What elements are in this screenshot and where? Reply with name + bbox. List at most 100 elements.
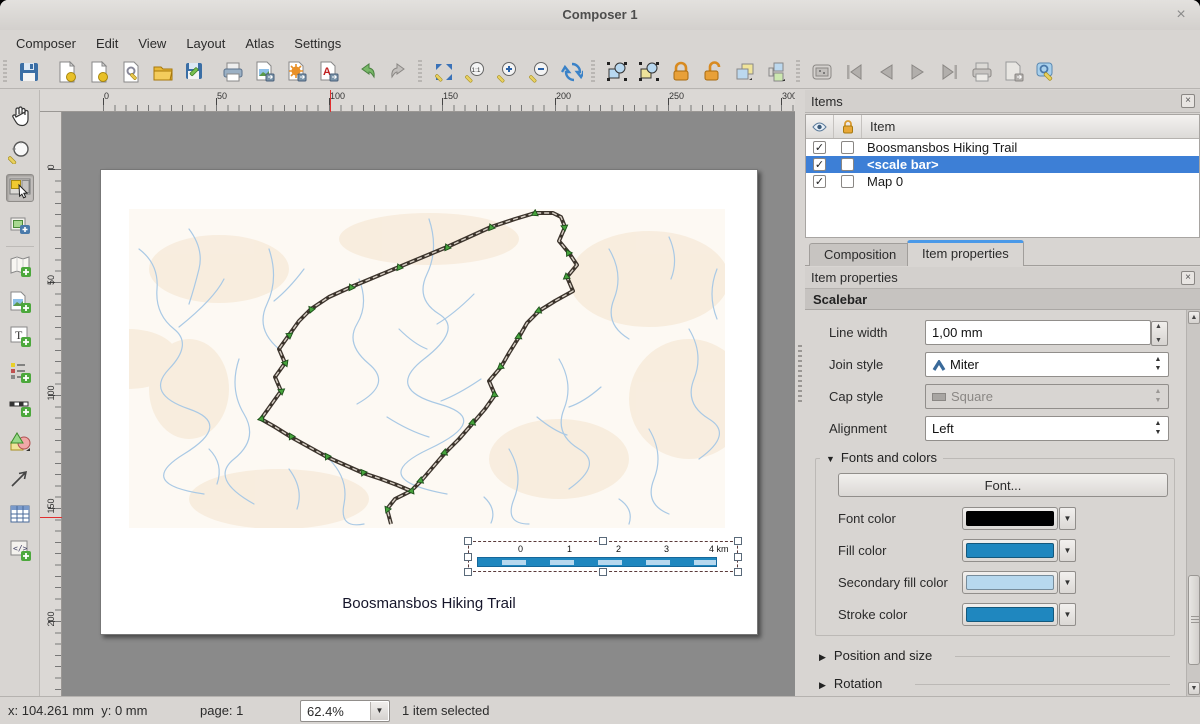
preview-atlas-icon[interactable] xyxy=(806,58,838,86)
add-html-frame-tool-icon[interactable]: </> xyxy=(6,536,34,564)
stroke-color-dropdown-icon[interactable] xyxy=(1059,603,1076,626)
first-feature-icon[interactable] xyxy=(838,58,870,86)
composition-canvas[interactable]: 0 1 2 3 4 km xyxy=(62,112,795,696)
scrollbar-handle[interactable] xyxy=(1188,575,1200,665)
map-item[interactable] xyxy=(129,209,725,528)
move-item-content-tool-icon[interactable] xyxy=(6,212,34,240)
selection-handle[interactable] xyxy=(464,568,472,576)
tab-item-properties[interactable]: Item properties xyxy=(907,240,1024,266)
menu-layout[interactable]: Layout xyxy=(176,32,235,55)
unlock-items-icon[interactable] xyxy=(697,58,729,86)
visibility-checkbox[interactable]: ✓ xyxy=(813,141,826,154)
previous-feature-icon[interactable] xyxy=(870,58,902,86)
visibility-checkbox[interactable]: ✓ xyxy=(813,175,826,188)
scroll-up-icon[interactable]: ▲ xyxy=(1188,311,1200,324)
fill-color-dropdown-icon[interactable] xyxy=(1059,539,1076,562)
selection-handle[interactable] xyxy=(599,568,607,576)
select-move-item-tool-icon[interactable] xyxy=(6,174,34,202)
selection-handle[interactable] xyxy=(734,553,742,561)
toolbar-grip[interactable] xyxy=(796,60,803,84)
menu-edit[interactable]: Edit xyxy=(86,32,128,55)
refresh-view-icon[interactable] xyxy=(556,58,588,86)
item-row-hiking-trail[interactable]: ✓ Boosmansbos Hiking Trail xyxy=(806,139,1199,156)
secondary-fill-color-button[interactable] xyxy=(962,571,1058,594)
print-atlas-icon[interactable] xyxy=(966,58,998,86)
menu-composer[interactable]: Composer xyxy=(6,32,86,55)
selection-handle[interactable] xyxy=(599,537,607,545)
selection-handle[interactable] xyxy=(734,537,742,545)
lock-items-icon[interactable] xyxy=(665,58,697,86)
scalebar-item[interactable]: 0 1 2 3 4 km xyxy=(468,541,738,572)
composition-page[interactable]: 0 1 2 3 4 km xyxy=(100,169,758,635)
select-move-item-icon[interactable] xyxy=(601,58,633,86)
label-item[interactable]: Boosmansbos Hiking Trail xyxy=(101,595,757,612)
scroll-down-icon[interactable]: ▼ xyxy=(1188,682,1200,695)
next-feature-icon[interactable] xyxy=(902,58,934,86)
export-atlas-icon[interactable] xyxy=(998,58,1030,86)
item-row-map0[interactable]: ✓ Map 0 xyxy=(806,173,1199,190)
load-template-icon[interactable] xyxy=(147,58,179,86)
line-width-spin-buttons[interactable] xyxy=(1151,321,1168,346)
zoom-combo-dropdown-icon[interactable]: ▼ xyxy=(370,702,388,720)
duplicate-composer-icon[interactable] xyxy=(83,58,115,86)
visibility-checkbox[interactable]: ✓ xyxy=(813,158,826,171)
menu-view[interactable]: View xyxy=(128,32,176,55)
lock-checkbox[interactable] xyxy=(841,158,854,171)
item-row-scalebar[interactable]: ✓ <scale bar> xyxy=(806,156,1199,173)
zoom-level-combo[interactable]: 62.4% ▼ xyxy=(300,700,390,722)
secondary-fill-color-dropdown-icon[interactable] xyxy=(1059,571,1076,594)
pan-tool-icon[interactable] xyxy=(6,102,34,130)
zoom-tool-icon[interactable] xyxy=(6,138,34,166)
toolbar-grip[interactable] xyxy=(3,60,10,84)
items-panel-close-icon[interactable]: × xyxy=(1181,94,1195,108)
item-label[interactable]: Map 0 xyxy=(854,174,903,189)
selection-handle[interactable] xyxy=(464,537,472,545)
fonts-colors-collapser[interactable]: ▼Fonts and colors xyxy=(820,450,943,465)
window-close-button[interactable]: × xyxy=(1172,6,1190,24)
zoom-full-icon[interactable] xyxy=(428,58,460,86)
stroke-color-button[interactable] xyxy=(962,603,1058,626)
combo-arrows-icon[interactable] xyxy=(1150,419,1166,438)
add-image-tool-icon[interactable] xyxy=(6,288,34,316)
add-arrow-tool-icon[interactable] xyxy=(6,464,34,492)
tab-composition[interactable]: Composition xyxy=(809,243,911,266)
composer-manager-icon[interactable] xyxy=(115,58,147,86)
add-new-map-tool-icon[interactable] xyxy=(6,252,34,280)
add-scalebar-tool-icon[interactable] xyxy=(6,392,34,420)
fill-color-button[interactable] xyxy=(962,539,1058,562)
join-style-combo[interactable]: Miter xyxy=(925,352,1169,377)
export-as-pdf-icon[interactable]: A xyxy=(313,58,345,86)
font-color-button[interactable] xyxy=(962,507,1058,530)
export-as-svg-icon[interactable] xyxy=(281,58,313,86)
toolbar-grip[interactable] xyxy=(418,60,425,84)
lock-checkbox[interactable] xyxy=(841,175,854,188)
move-item-content-icon[interactable] xyxy=(633,58,665,86)
add-label-tool-icon[interactable]: T xyxy=(6,322,34,350)
new-composer-icon[interactable] xyxy=(51,58,83,86)
item-label[interactable]: <scale bar> xyxy=(854,157,939,172)
add-legend-tool-icon[interactable] xyxy=(6,358,34,386)
raise-items-icon[interactable] xyxy=(761,58,793,86)
zoom-out-icon[interactable] xyxy=(524,58,556,86)
add-attribute-table-tool-icon[interactable] xyxy=(6,500,34,528)
item-label[interactable]: Boosmansbos Hiking Trail xyxy=(854,140,1017,155)
combo-arrows-icon[interactable] xyxy=(1150,355,1166,374)
redo-icon[interactable] xyxy=(383,58,415,86)
menu-settings[interactable]: Settings xyxy=(284,32,351,55)
group-items-icon[interactable] xyxy=(729,58,761,86)
selection-handle[interactable] xyxy=(734,568,742,576)
toolbar-grip[interactable] xyxy=(591,60,598,84)
menu-atlas[interactable]: Atlas xyxy=(235,32,284,55)
save-project-icon[interactable] xyxy=(13,58,45,86)
font-button[interactable]: Font... xyxy=(838,473,1168,497)
zoom-actual-size-icon[interactable]: 1:1 xyxy=(460,58,492,86)
last-feature-icon[interactable] xyxy=(934,58,966,86)
add-basic-shape-tool-icon[interactable] xyxy=(6,428,34,456)
zoom-in-icon[interactable] xyxy=(492,58,524,86)
item-properties-close-icon[interactable]: × xyxy=(1181,271,1195,285)
alignment-combo[interactable]: Left xyxy=(925,416,1169,441)
properties-scrollbar[interactable]: ▲ ▼ xyxy=(1186,310,1200,696)
panel-splitter[interactable] xyxy=(795,90,805,696)
line-width-input[interactable]: 1,00 mm xyxy=(925,320,1151,345)
position-size-collapser[interactable]: ▶Position and size xyxy=(819,648,932,663)
